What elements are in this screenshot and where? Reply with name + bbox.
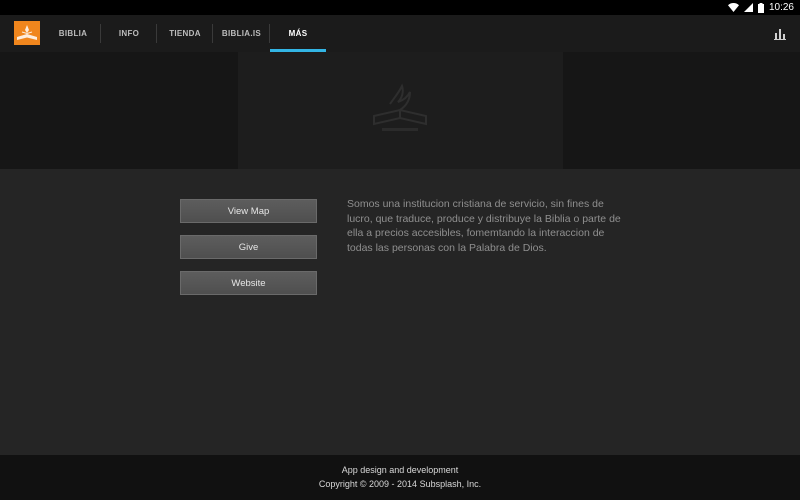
bible-society-logo [373,83,427,131]
banner-image [238,52,563,169]
header-banner [0,52,800,169]
tab-mas[interactable]: MÁS [270,15,326,52]
status-icons: 10:26 [727,1,794,14]
status-time: 10:26 [768,2,794,13]
tab-tienda[interactable]: TIENDA [157,15,213,52]
tab-biblia[interactable]: BIBLIA [45,15,101,52]
bible-logo-icon [17,25,37,40]
tab-bar: BIBLIA INFO TIENDA BIBLIA.IS MÁS [45,15,326,52]
app-logo[interactable] [14,21,40,45]
tab-label: INFO [118,29,140,38]
view-map-button[interactable]: View Map [180,199,317,223]
footer-copyright: Copyright © 2009 - 2014 Subsplash, Inc. [318,479,482,489]
tab-info[interactable]: INFO [101,15,157,52]
tab-label: MÁS [288,29,308,38]
signal-icon [743,3,753,12]
tab-label: BIBLIA [58,29,88,38]
give-button[interactable]: Give [180,235,317,259]
footer: App design and development Copyright © 2… [0,455,800,500]
website-button[interactable]: Website [180,271,317,295]
tab-label: TIENDA [169,29,201,38]
battery-icon [757,2,764,13]
action-bar: BIBLIA INFO TIENDA BIBLIA.IS MÁS [0,15,800,52]
description-text: Somos una institucion cristiana de servi… [347,198,621,254]
wifi-icon [727,3,739,12]
status-bar: 10:26 [0,0,800,15]
footer-credit[interactable]: App design and development [0,465,800,475]
tab-biblia-is[interactable]: BIBLIA.IS [213,15,270,52]
tab-label: BIBLIA.IS [221,29,262,38]
bar-chart-icon[interactable] [774,28,786,40]
